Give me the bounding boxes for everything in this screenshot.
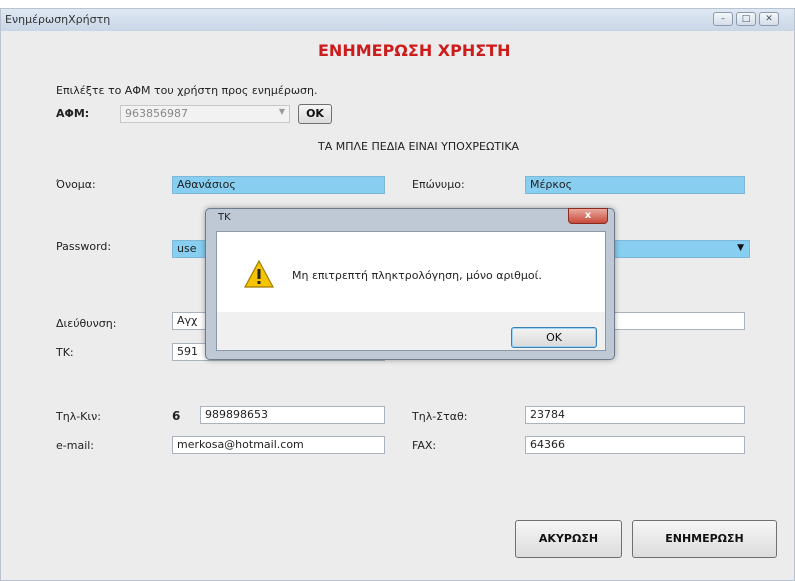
page-title: ΕΝΗΜΕΡΩΣΗ ΧΡΗΣΤΗ bbox=[318, 41, 511, 60]
mobile-label: Τηλ-Κιν: bbox=[56, 410, 101, 423]
password-label: Password: bbox=[56, 240, 112, 253]
maximize-button[interactable]: □ bbox=[736, 12, 756, 26]
surname-label: Επώνυμο: bbox=[412, 178, 465, 191]
instruction-text: Επιλέξτε το ΑΦΜ του χρήστη προς ενημέρωσ… bbox=[56, 84, 318, 97]
email-label: e-mail: bbox=[56, 439, 95, 452]
name-label: Όνομα: bbox=[56, 178, 96, 191]
fax-label: FAX: bbox=[412, 439, 437, 452]
address-label: Διεύθυνση: bbox=[56, 317, 117, 330]
mobile-field[interactable]: 989898653 bbox=[200, 406, 385, 424]
update-button[interactable]: ΕΝΗΜΕΡΩΣΗ bbox=[632, 520, 777, 558]
minimize-button[interactable]: – bbox=[713, 12, 733, 26]
email-field[interactable]: merkosa@hotmail.com bbox=[172, 436, 385, 454]
message-dialog: TK x Μη επιτρεπτή πληκτρολόγηση, μόνο αρ… bbox=[205, 208, 615, 360]
afm-label: ΑΦΜ: bbox=[56, 107, 90, 120]
phone-field[interactable]: 23784 bbox=[525, 406, 745, 424]
dialog-message-area: Μη επιτρεπτή πληκτρολόγηση, μόνο αριθμοί… bbox=[217, 232, 605, 312]
fax-field[interactable]: 64366 bbox=[525, 436, 745, 454]
dialog-close-button[interactable]: x bbox=[568, 208, 608, 224]
dialog-title: TK bbox=[218, 212, 231, 223]
tk-label: TK: bbox=[56, 346, 74, 359]
dialog-ok-button[interactable]: OK bbox=[511, 327, 597, 348]
dialog-body: Μη επιτρεπτή πληκτρολόγηση, μόνο αριθμοί… bbox=[216, 231, 606, 351]
mobile-prefix: 6 bbox=[172, 409, 181, 423]
title-bar: ΕνημέρωσηΧρήστη – □ ✕ bbox=[1, 9, 794, 31]
chevron-down-icon: ▼ bbox=[278, 107, 285, 116]
window-title: ΕνημέρωσηΧρήστη bbox=[5, 13, 111, 26]
warning-icon bbox=[244, 260, 274, 288]
cancel-button[interactable]: ΑΚΥΡΩΣΗ bbox=[515, 520, 622, 558]
afm-value: 963856987 bbox=[125, 107, 188, 120]
name-field[interactable]: Αθανάσιος bbox=[172, 176, 385, 194]
close-button[interactable]: ✕ bbox=[759, 12, 779, 26]
dialog-message: Μη επιτρεπτή πληκτρολόγηση, μόνο αριθμοί… bbox=[292, 269, 542, 282]
phone-label: Τηλ-Σταθ: bbox=[412, 410, 468, 423]
required-note: ΤΑ ΜΠΛΕ ΠΕΔΙΑ ΕΙΝΑΙ ΥΠΟΧΡΕΩΤΙΚΑ bbox=[318, 140, 520, 153]
surname-field[interactable]: Μέρκος bbox=[525, 176, 745, 194]
afm-combo[interactable]: 963856987 ▼ bbox=[120, 105, 290, 123]
afm-ok-button[interactable]: OK bbox=[298, 104, 332, 124]
chevron-down-icon: ▼ bbox=[737, 243, 744, 253]
